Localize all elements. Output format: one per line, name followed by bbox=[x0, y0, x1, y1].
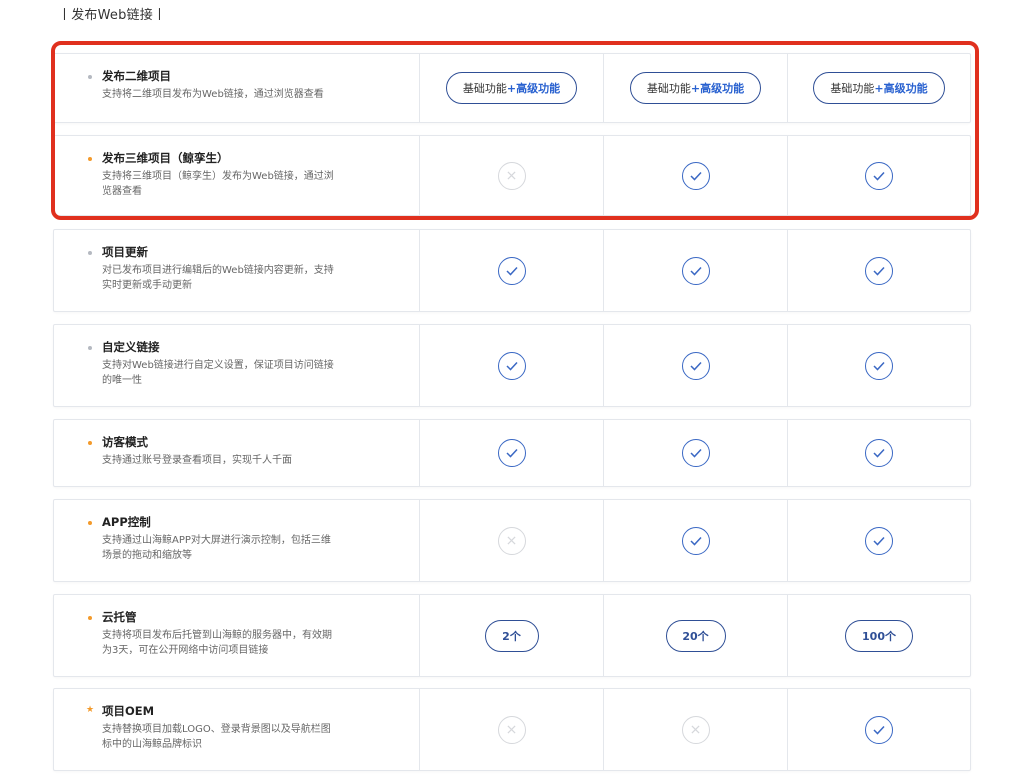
tier-basic-cell bbox=[420, 325, 604, 406]
feature-desc: 支持替换项目加载LOGO、登录背景图以及导航栏图标中的山海鲸品牌标识 bbox=[102, 724, 331, 750]
tier-basic-cell: 基础功能 +高级功能 bbox=[420, 54, 604, 122]
feature-name: 项目更新 bbox=[102, 245, 148, 259]
tier-pro-cell bbox=[604, 136, 788, 215]
tier-basic-cell bbox=[420, 420, 604, 486]
feature-name: 发布三维项目（鲸孪生） bbox=[102, 151, 229, 165]
tier-basic-cell bbox=[420, 230, 604, 311]
feature-row-project-oem: ★ 项目OEM 支持替换项目加载LOGO、登录背景图以及导航栏图标中的山海鲸品牌… bbox=[53, 688, 971, 771]
tier-enterprise-cell bbox=[788, 689, 970, 770]
check-icon bbox=[681, 161, 710, 190]
tier-pro-cell bbox=[604, 420, 788, 486]
check-icon bbox=[865, 161, 893, 190]
bullet-dot bbox=[88, 521, 92, 525]
check-icon bbox=[497, 256, 526, 285]
feature-row-cloud-hosting: 云托管 支持将项目发布后托管到山海鲸的服务器中，有效期为3天，可在公开网络中访问… bbox=[53, 594, 971, 677]
feature-row-project-update: 项目更新 对已发布项目进行编辑后的Web链接内容更新，支持实时更新或手动更新 bbox=[53, 229, 971, 312]
star-icon: ★ bbox=[86, 705, 95, 715]
bullet-dot bbox=[88, 346, 92, 350]
check-icon bbox=[865, 256, 893, 285]
feature-desc: 对已发布项目进行编辑后的Web链接内容更新，支持实时更新或手动更新 bbox=[102, 265, 334, 291]
tier-pro-cell bbox=[604, 500, 788, 581]
check-icon bbox=[865, 715, 893, 744]
feature-desc: 支持通过山海鲸APP对大屏进行演示控制，包括三维场景的拖动和缩放等 bbox=[102, 535, 331, 561]
feature-name: 自定义链接 bbox=[102, 340, 160, 354]
pill-plus-label: +高级功能 bbox=[506, 82, 561, 95]
tier-enterprise-cell bbox=[788, 500, 970, 581]
pill-base-label: 基础功能 bbox=[830, 82, 875, 95]
bullet-dot bbox=[88, 157, 92, 161]
feature-cell: 项目更新 对已发布项目进行编辑后的Web链接内容更新，支持实时更新或手动更新 bbox=[54, 230, 420, 311]
pill-base-label: 基础功能 bbox=[646, 82, 691, 95]
check-icon bbox=[681, 439, 710, 467]
cross-icon bbox=[497, 526, 526, 555]
feature-pill-button[interactable]: 基础功能 +高级功能 bbox=[813, 72, 945, 104]
feature-cell: APP控制 支持通过山海鲸APP对大屏进行演示控制，包括三维场景的拖动和缩放等 bbox=[54, 500, 420, 581]
feature-name: APP控制 bbox=[102, 515, 151, 529]
pill-base-label: 基础功能 bbox=[462, 82, 507, 95]
feature-name: 发布二维项目 bbox=[102, 69, 171, 83]
tier-enterprise-cell bbox=[788, 420, 970, 486]
tier-pro-cell bbox=[604, 230, 788, 311]
check-icon bbox=[681, 526, 710, 555]
feature-cell: 云托管 支持将项目发布后托管到山海鲸的服务器中，有效期为3天，可在公开网络中访问… bbox=[54, 595, 420, 676]
pill-plus-label: +高级功能 bbox=[690, 82, 745, 95]
feature-desc: 支持将三维项目（鲸孪生）发布为Web链接，通过浏览器查看 bbox=[102, 171, 334, 197]
check-icon bbox=[865, 439, 893, 467]
bullet-dot bbox=[88, 75, 92, 79]
check-icon bbox=[497, 351, 526, 380]
tier-enterprise-cell bbox=[788, 230, 970, 311]
cross-icon bbox=[497, 715, 526, 744]
feature-row-publish-3d: 发布三维项目（鲸孪生） 支持将三维项目（鲸孪生）发布为Web链接，通过浏览器查看 bbox=[53, 135, 971, 216]
tier-basic-cell: 2个 bbox=[420, 595, 604, 676]
tier-pro-cell bbox=[604, 689, 788, 770]
tier-enterprise-cell bbox=[788, 325, 970, 406]
check-icon bbox=[497, 439, 526, 467]
tier-basic-cell bbox=[420, 689, 604, 770]
tier-enterprise-cell bbox=[788, 136, 970, 215]
feature-desc: 支持将项目发布后托管到山海鲸的服务器中，有效期为3天，可在公开网络中访问项目链接 bbox=[102, 630, 332, 656]
feature-name: 云托管 bbox=[102, 610, 137, 624]
feature-desc: 支持通过账号登录查看项目，实现千人千面 bbox=[102, 455, 292, 466]
check-icon bbox=[681, 256, 710, 285]
check-icon bbox=[681, 351, 710, 380]
bullet-dot bbox=[88, 616, 92, 620]
count-badge: 2个 bbox=[484, 619, 539, 652]
feature-row-custom-link: 自定义链接 支持对Web链接进行自定义设置，保证项目访问链接的唯一性 bbox=[53, 324, 971, 407]
tier-enterprise-cell: 基础功能 +高级功能 bbox=[788, 54, 970, 122]
pill-plus-label: +高级功能 bbox=[874, 82, 928, 95]
tier-pro-cell: 20个 bbox=[604, 595, 788, 676]
feature-cell: 发布三维项目（鲸孪生） 支持将三维项目（鲸孪生）发布为Web链接，通过浏览器查看 bbox=[54, 136, 420, 215]
feature-pill-button[interactable]: 基础功能 +高级功能 bbox=[629, 72, 762, 104]
count-badge: 100个 bbox=[845, 619, 913, 652]
tier-basic-cell bbox=[420, 136, 604, 215]
check-icon bbox=[865, 351, 893, 380]
bullet-dot bbox=[88, 441, 92, 445]
feature-row-app-control: APP控制 支持通过山海鲸APP对大屏进行演示控制，包括三维场景的拖动和缩放等 bbox=[53, 499, 971, 582]
cross-icon bbox=[681, 715, 710, 744]
feature-desc: 支持对Web链接进行自定义设置，保证项目访问链接的唯一性 bbox=[102, 360, 334, 386]
cross-icon bbox=[497, 161, 526, 190]
feature-cell: 访客模式 支持通过账号登录查看项目，实现千人千面 bbox=[54, 420, 420, 486]
feature-row-publish-2d: 发布二维项目 支持将二维项目发布为Web链接，通过浏览器查看 基础功能 +高级功能… bbox=[53, 53, 971, 123]
tier-pro-cell: 基础功能 +高级功能 bbox=[604, 54, 788, 122]
tier-enterprise-cell: 100个 bbox=[788, 595, 970, 676]
count-badge: 20个 bbox=[665, 619, 726, 652]
feature-name: 访客模式 bbox=[102, 435, 148, 449]
bullet-dot bbox=[88, 251, 92, 255]
check-icon bbox=[865, 526, 893, 555]
feature-pill-button[interactable]: 基础功能 +高级功能 bbox=[445, 72, 578, 104]
feature-cell: ★ 项目OEM 支持替换项目加载LOGO、登录背景图以及导航栏图标中的山海鲸品牌… bbox=[54, 689, 420, 770]
section-title: 丨发布Web链接丨 bbox=[58, 8, 167, 23]
tier-pro-cell bbox=[604, 325, 788, 406]
feature-cell: 发布二维项目 支持将二维项目发布为Web链接，通过浏览器查看 bbox=[54, 54, 420, 122]
feature-name: 项目OEM bbox=[102, 704, 155, 718]
feature-desc: 支持将二维项目发布为Web链接，通过浏览器查看 bbox=[102, 89, 324, 100]
tier-basic-cell bbox=[420, 500, 604, 581]
feature-cell: 自定义链接 支持对Web链接进行自定义设置，保证项目访问链接的唯一性 bbox=[54, 325, 420, 406]
feature-row-guest-mode: 访客模式 支持通过账号登录查看项目，实现千人千面 bbox=[53, 419, 971, 487]
